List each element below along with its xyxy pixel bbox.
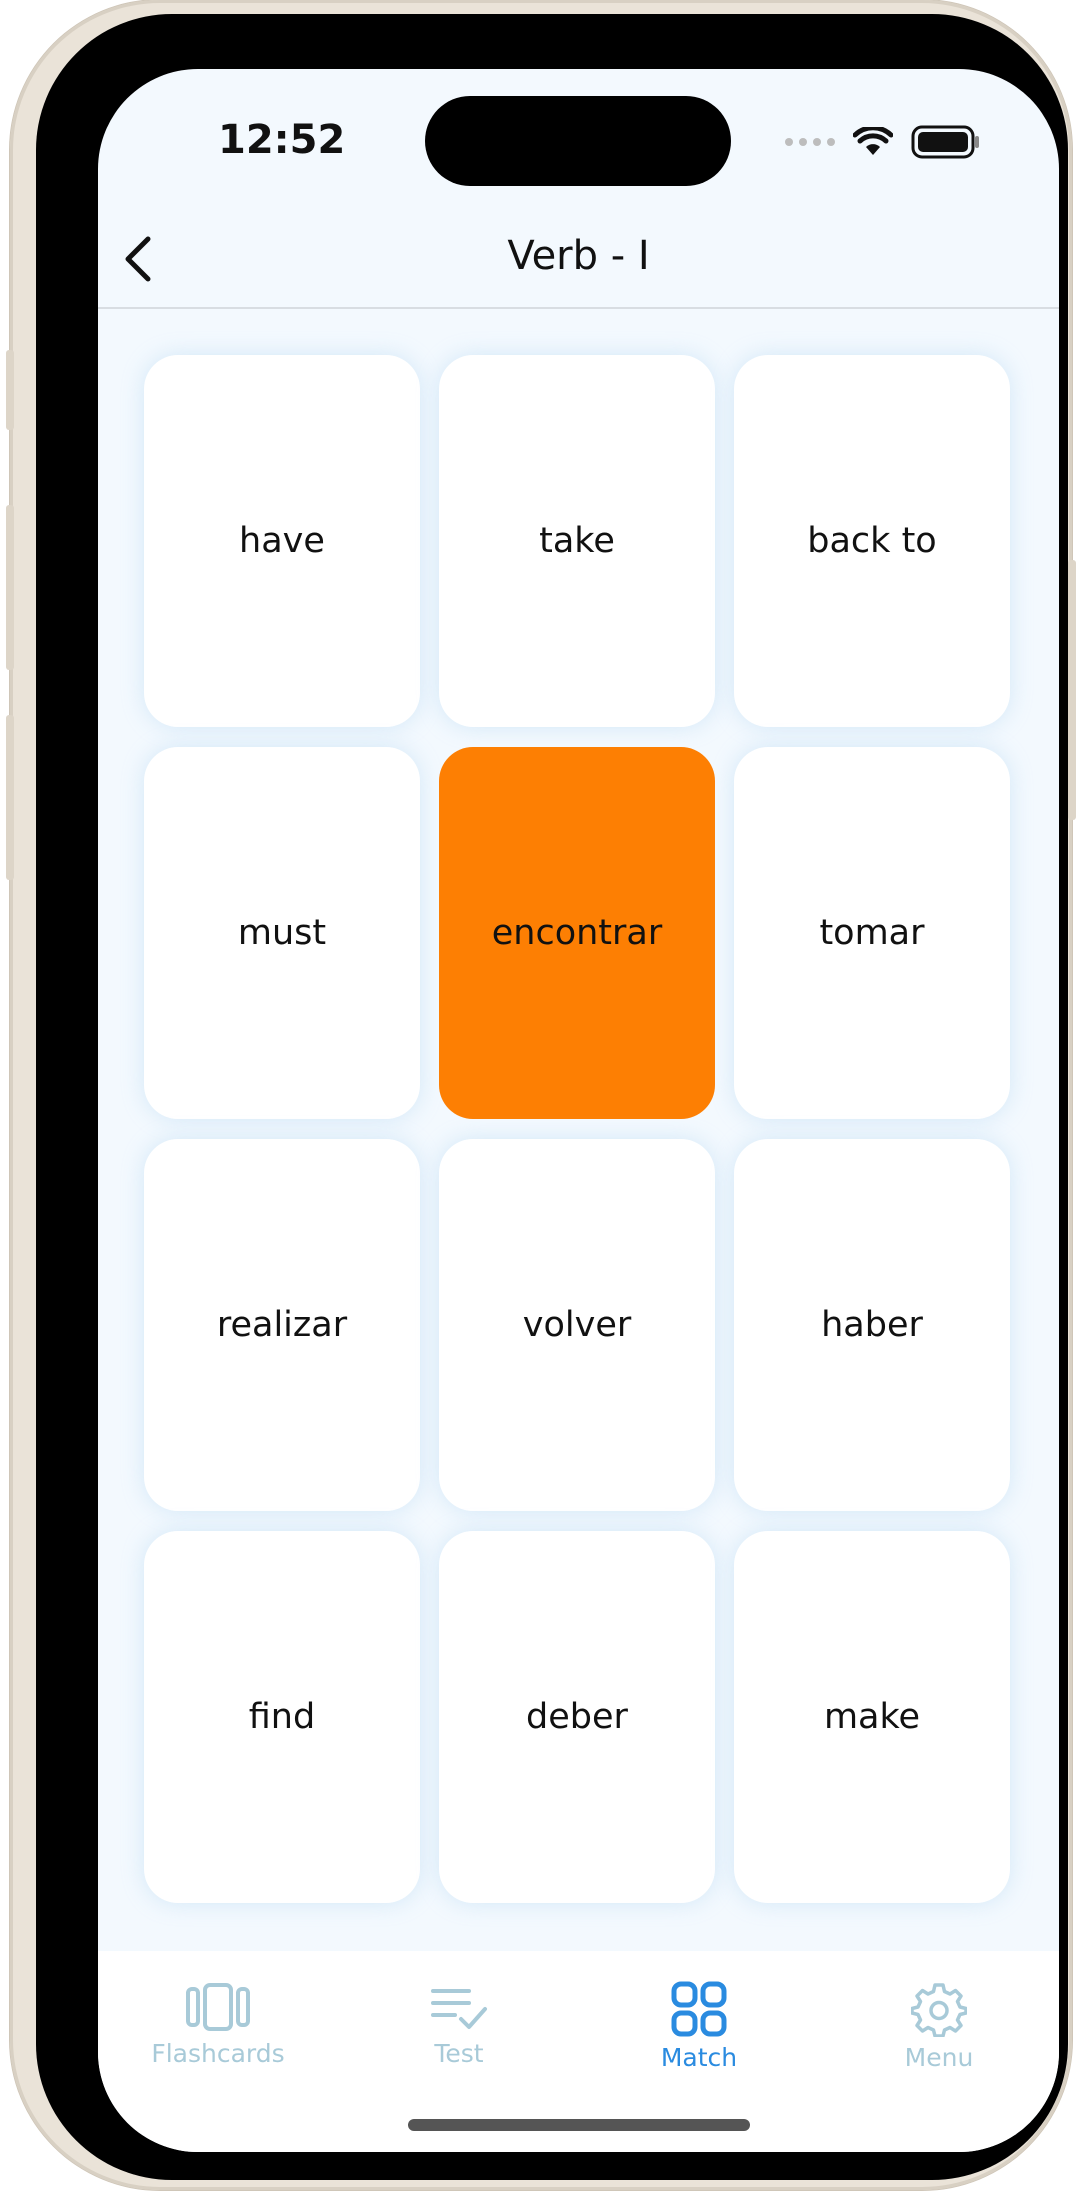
page-title: Verb - I <box>507 233 650 279</box>
match-card[interactable]: take <box>439 355 715 727</box>
match-card[interactable]: must <box>144 747 420 1119</box>
flashcards-icon <box>186 1983 250 2031</box>
status-icons <box>785 125 981 159</box>
screen: 12:52 Verb - I have take back to must en… <box>98 69 1059 2152</box>
match-card[interactable]: encontrar <box>439 747 715 1119</box>
tab-menu[interactable]: Menu <box>819 1981 1059 2072</box>
match-card[interactable]: deber <box>439 1531 715 1903</box>
volume-up-button <box>6 505 14 670</box>
phone-frame: 12:52 Verb - I have take back to must en… <box>6 0 1076 2190</box>
tab-menu-label: Menu <box>904 2043 974 2072</box>
match-card[interactable]: volver <box>439 1139 715 1511</box>
match-grid-icon <box>671 1981 727 2037</box>
volume-down-button <box>6 715 14 880</box>
tab-match-label: Match <box>660 2043 738 2072</box>
dynamic-island <box>425 96 731 186</box>
tab-test-label: Test <box>434 2039 484 2068</box>
match-card-grid: have take back to must encontrar tomar realiza… <box>144 355 1014 1903</box>
match-card[interactable]: back to <box>734 355 1010 727</box>
status-time: 12:52 <box>218 117 346 163</box>
power-button <box>1068 560 1076 820</box>
match-card[interactable]: haber <box>734 1139 1010 1511</box>
signal-icon <box>785 138 835 146</box>
match-card[interactable]: have <box>144 355 420 727</box>
tab-flashcards[interactable]: Flashcards <box>98 1981 338 2068</box>
bezel: 12:52 Verb - I have take back to must en… <box>36 14 1068 2180</box>
gear-icon <box>911 1983 967 2037</box>
match-card[interactable]: make <box>734 1531 1010 1903</box>
match-card[interactable]: tomar <box>734 747 1010 1119</box>
match-card[interactable]: realizar <box>144 1139 420 1511</box>
test-checklist-icon <box>431 1989 487 2029</box>
tab-test[interactable]: Test <box>339 1981 579 2068</box>
tab-flashcards-label: Flashcards <box>151 2039 285 2068</box>
battery-icon <box>911 125 979 159</box>
tab-match[interactable]: Match <box>579 1981 819 2072</box>
action-button <box>6 350 14 430</box>
match-card[interactable]: find <box>144 1531 420 1903</box>
wifi-icon <box>853 127 893 155</box>
home-indicator[interactable] <box>408 2119 750 2131</box>
navigation-bar: Verb - I <box>98 209 1059 309</box>
